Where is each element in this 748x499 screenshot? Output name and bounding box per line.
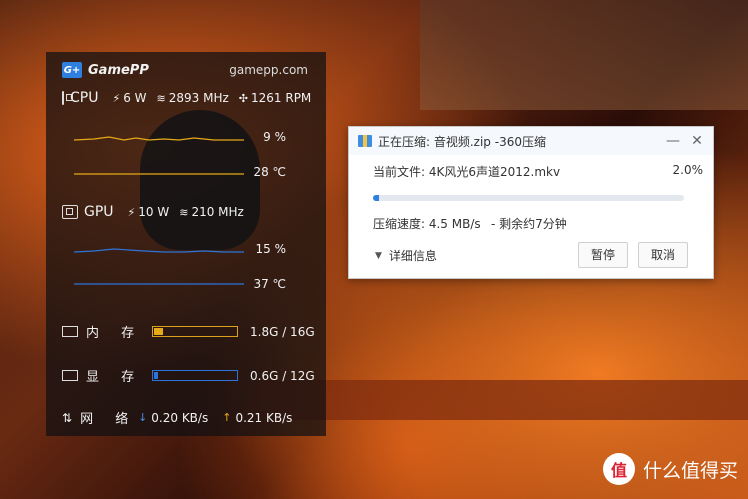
gpu-temp: 37 ℃ xyxy=(253,277,286,291)
cpu-usage-graph xyxy=(74,136,244,141)
fan-icon: ✣ xyxy=(238,92,248,105)
cpu-power: 6 W xyxy=(123,91,147,105)
chevron-down-icon: ▼ xyxy=(375,250,382,261)
close-icon[interactable]: ✕ xyxy=(687,131,707,151)
gpu-temp-graph xyxy=(74,283,244,285)
network-icon: ⇅ xyxy=(62,410,73,425)
clock-icon: ≋ xyxy=(179,206,189,219)
upload-arrow-icon: ↑ xyxy=(222,411,232,424)
memory-label: 内 存 xyxy=(86,326,144,341)
network-down: 0.20 KB/s xyxy=(151,410,209,425)
memory-bar-fill xyxy=(154,328,164,335)
network-row: ⇅ 网 络 ↓ 0.20 KB/s ↑ 0.21 KB/s xyxy=(62,408,316,428)
gamepp-brand: GamePP xyxy=(88,62,149,78)
gpu-usage-graph xyxy=(74,248,244,253)
cpu-usage: 9 % xyxy=(263,130,286,144)
gpu-row: GPU ⚡ 10 W ≋ 210 MHz xyxy=(62,204,316,220)
gpu-label: GPU xyxy=(84,204,114,220)
memory-bar xyxy=(152,326,238,337)
clock-icon: ≋ xyxy=(156,92,166,105)
cpu-chip-icon xyxy=(62,91,73,105)
details-label: 详细信息 xyxy=(388,249,437,263)
details-toggle[interactable]: ▼ 详细信息 xyxy=(375,247,437,264)
vram-label: 显 存 xyxy=(86,370,144,385)
dialog-titlebar[interactable]: 正在压缩: 音视频.zip -360压缩 — ✕ xyxy=(349,127,713,155)
watermark: 值 什么值得买 xyxy=(602,453,738,485)
watermark-text: 什么值得买 xyxy=(642,459,738,482)
vram-value: 0.6G / 12G xyxy=(250,368,315,383)
gpu-clock: 210 MHz xyxy=(191,205,244,219)
gpu-power: 10 W xyxy=(138,205,170,219)
progress-percent: 2.0% xyxy=(672,163,704,177)
minimize-icon[interactable]: — xyxy=(663,131,683,151)
progress-bar xyxy=(373,195,684,201)
cpu-clock: 2893 MHz xyxy=(168,91,229,105)
cpu-temp: 28 ℃ xyxy=(253,165,286,179)
pause-button[interactable]: 暂停 xyxy=(578,242,628,268)
memory-row: 内 存 1.8G / 16G xyxy=(62,322,316,341)
compression-dialog: 正在压缩: 音视频.zip -360压缩 — ✕ 当前文件: 4K风光6声道20… xyxy=(348,126,714,279)
gamepp-header: G+ GamePP gamepp.com xyxy=(62,60,308,80)
watermark-seal: 值 xyxy=(602,453,635,485)
gamepp-logo: G+ xyxy=(62,62,82,78)
vram-bar xyxy=(152,370,238,381)
cpu-temp-graph xyxy=(74,173,244,175)
dialog-title: 正在压缩: 音视频.zip -360压缩 xyxy=(378,134,546,149)
cpu-label: CPU xyxy=(70,90,99,106)
download-arrow-icon: ↓ xyxy=(138,411,148,424)
progress-bar-fill xyxy=(373,195,380,201)
time-remaining: - 剩余约7分钟 xyxy=(491,217,567,231)
vram-icon xyxy=(62,370,78,381)
compression-speed: 压缩速度: 4.5 MB/s xyxy=(373,217,481,231)
vram-row: 显 存 0.6G / 12G xyxy=(62,366,316,385)
current-file: 当前文件: 4K风光6声道2012.mkv xyxy=(373,165,561,179)
power-icon: ⚡ xyxy=(112,92,121,105)
cpu-fan: 1261 RPM xyxy=(251,91,312,105)
power-icon: ⚡ xyxy=(127,206,136,219)
archive-icon xyxy=(358,135,372,147)
memory-icon xyxy=(62,326,78,337)
background-building xyxy=(420,0,748,110)
network-up: 0.21 KB/s xyxy=(235,410,293,425)
network-label: 网 络 xyxy=(80,412,138,427)
gpu-card-icon xyxy=(62,205,78,219)
gamepp-overlay: G+ GamePP gamepp.com CPU ⚡ 6 W ≋ 2893 MHz … xyxy=(46,52,326,436)
cancel-button[interactable]: 取消 xyxy=(638,242,688,268)
gpu-usage: 15 % xyxy=(255,242,287,256)
vram-bar-fill xyxy=(154,372,159,379)
cpu-row: CPU ⚡ 6 W ≋ 2893 MHz ✣ 1261 RPM xyxy=(62,90,316,106)
memory-value: 1.8G / 16G xyxy=(250,324,315,339)
gamepp-site: gamepp.com xyxy=(229,63,308,77)
